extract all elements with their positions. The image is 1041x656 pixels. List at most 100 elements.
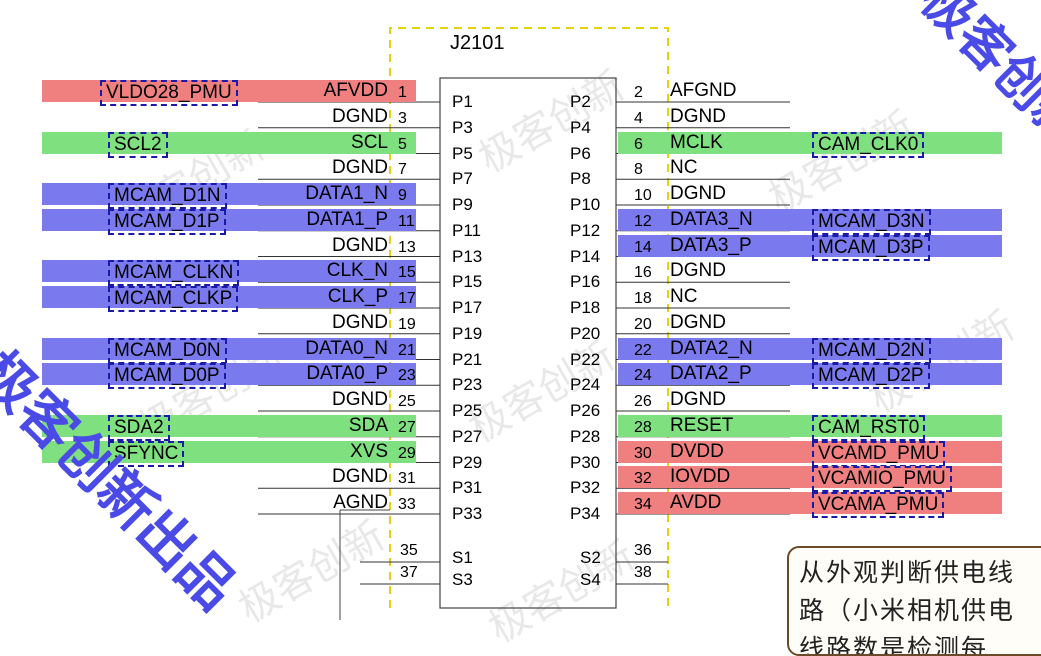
pin-signal-data3_n: DATA3_N — [670, 208, 753, 230]
pin-number: 33 — [398, 496, 416, 513]
pad-label: P14 — [570, 246, 601, 266]
shield-pin-number: 35 — [400, 542, 418, 559]
pin-signal-dgnd: DGND — [670, 389, 726, 410]
pin-signal-avdd: AVDD — [670, 492, 722, 513]
pin-signal-afvdd: AFVDD — [323, 80, 388, 101]
pin-signal-data0_p: DATA0_P — [306, 363, 388, 385]
pad-label: P32 — [570, 478, 601, 498]
net-label-mcam_d3p: MCAM_D3P — [812, 234, 930, 261]
pad-label: P11 — [452, 220, 481, 240]
net-label-cam_rst0: CAM_RST0 — [812, 414, 926, 441]
net-label-vcamio_pmu: VCAMIO_PMU — [812, 466, 952, 493]
net-label-mcam_d1p: MCAM_D1P — [108, 208, 226, 235]
pin-number: 10 — [634, 187, 652, 204]
pin-signal-afgnd: AFGND — [670, 80, 737, 101]
net-label-cam_clk0: CAM_CLK0 — [812, 131, 925, 158]
pin-number: 21 — [398, 341, 416, 359]
net-label-mcam_clkn: MCAM_CLKN — [108, 260, 240, 287]
pin-number: 28 — [634, 418, 652, 436]
net-label-vcamd_pmu: VCAMD_PMU — [812, 440, 946, 467]
pad-label: P24 — [570, 375, 601, 395]
pin-signal-scl: SCL — [351, 131, 388, 153]
pin-number: 11 — [398, 212, 415, 230]
pin-signal-dgnd: DGND — [670, 260, 726, 282]
shield-pad-label: S1 — [452, 548, 473, 567]
pin-signal-clk_p: CLK_P — [327, 286, 388, 307]
pad-label: P22 — [570, 349, 601, 369]
pad-label: P2 — [570, 92, 591, 111]
pin-number: 5 — [398, 135, 407, 153]
pin-number: 30 — [634, 444, 652, 462]
pad-label: P1 — [452, 92, 473, 111]
pad-label: P23 — [452, 375, 483, 395]
pin-number: 14 — [634, 238, 652, 256]
pad-label: P17 — [452, 298, 483, 317]
pad-label: P5 — [452, 143, 473, 163]
pad-label: P10 — [570, 195, 601, 214]
pin-number: 31 — [398, 470, 416, 488]
pad-label: P3 — [452, 117, 473, 137]
net-label-vldo28_pmu: VLDO28_PMU — [100, 80, 238, 106]
pin-number: 19 — [398, 315, 416, 333]
pin-number: 22 — [634, 341, 652, 359]
pin-number: 18 — [634, 290, 652, 307]
pin-signal-dgnd: DGND — [332, 389, 388, 410]
pin-signal-xvs: XVS — [349, 440, 388, 462]
pad-label: P7 — [452, 169, 473, 189]
pad-label: P19 — [452, 323, 483, 343]
net-label-mcam_d3n: MCAM_D3N — [812, 208, 931, 235]
pin-number: 4 — [634, 109, 643, 127]
pin-signal-sda: SDA — [348, 414, 388, 436]
pad-label: P12 — [570, 220, 601, 240]
pad-label: P29 — [452, 452, 483, 472]
pin-signal-dgnd: DGND — [670, 311, 726, 333]
pin-signal-data1_p: DATA1_P — [306, 208, 388, 230]
pin-number: 15 — [398, 264, 416, 282]
connector-ref: J2101 — [450, 32, 505, 54]
pad-label: P30 — [570, 452, 601, 472]
pad-label: P9 — [452, 195, 473, 214]
pin-signal-data2_p: DATA2_P — [670, 363, 752, 385]
pad-label: P4 — [570, 117, 591, 137]
pin-signal-data1_n: DATA1_N — [305, 183, 388, 204]
pin-number: 1 — [398, 84, 407, 101]
pin-signal-mclk: MCLK — [670, 131, 723, 153]
pin-number: 23 — [398, 367, 416, 385]
pin-number: 7 — [398, 161, 407, 179]
pin-number: 2 — [634, 84, 643, 101]
pin-number: 16 — [634, 264, 652, 282]
pad-label: P16 — [570, 272, 601, 292]
pin-number: 24 — [634, 367, 652, 385]
pin-number: 12 — [634, 212, 652, 230]
pin-number: 20 — [634, 315, 652, 333]
pin-signal-nc: NC — [670, 157, 698, 179]
shield-pad-label: S4 — [580, 570, 601, 589]
pad-label: P27 — [452, 426, 483, 446]
pin-signal-nc: NC — [670, 286, 698, 307]
pin-number: 9 — [398, 187, 407, 204]
net-label-mcam_d0n: MCAM_D0N — [108, 337, 227, 364]
pin-signal-data0_n: DATA0_N — [305, 337, 388, 359]
pin-number: 6 — [634, 135, 643, 153]
net-label-mcam_d2p: MCAM_D2P — [812, 363, 930, 390]
pad-label: P25 — [452, 401, 483, 420]
shield-pin-number: 38 — [634, 564, 652, 581]
shield-pin-number: 36 — [634, 542, 652, 559]
pin-signal-dgnd: DGND — [332, 466, 388, 488]
pad-label: P15 — [452, 272, 483, 292]
pin-signal-dgnd: DGND — [332, 234, 388, 256]
pin-signal-dgnd: DGND — [332, 157, 388, 179]
pad-label: P34 — [570, 504, 601, 523]
pin-number: 13 — [398, 238, 416, 256]
pad-label: P8 — [570, 169, 591, 189]
pin-number: 26 — [634, 393, 652, 410]
net-label-mcam_d1n: MCAM_D1N — [108, 183, 227, 209]
pad-label: P33 — [452, 504, 483, 523]
pin-number: 25 — [398, 393, 416, 410]
net-label-mcam_d0p: MCAM_D0P — [108, 363, 226, 390]
net-label-vcama_pmu: VCAMA_PMU — [812, 492, 945, 518]
pad-label: P26 — [570, 401, 601, 420]
pin-number: 27 — [398, 418, 416, 436]
pin-number: 3 — [398, 109, 407, 127]
pad-label: P28 — [570, 426, 601, 446]
